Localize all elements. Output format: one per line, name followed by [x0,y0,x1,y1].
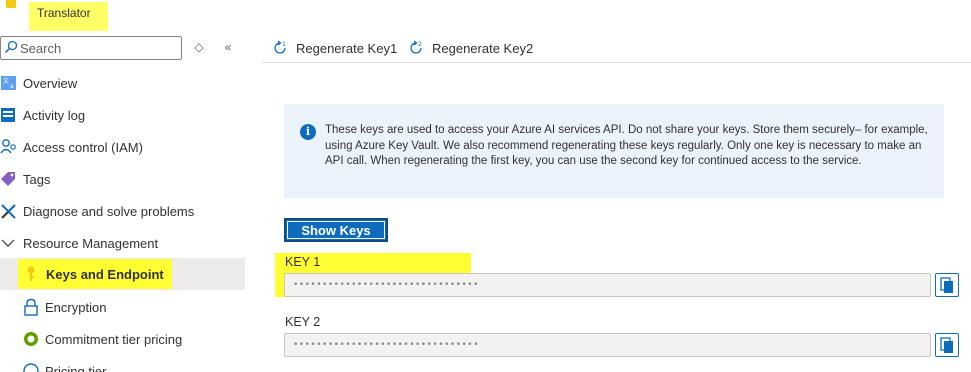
key2-field[interactable] [284,333,931,357]
key1-input[interactable] [285,274,930,296]
sidebar-item-label: Commitment tier pricing [45,331,183,347]
sidebar-item-tags[interactable]: Tags [0,163,245,195]
pricing-icon [23,363,39,372]
regenerate-key1-button[interactable]: 1 Regenerate Key1 [272,38,397,58]
svg-text:1: 1 [282,41,286,48]
iam-people-icon [0,139,16,154]
sidebar-item-label: Pricing tier [45,363,107,372]
key1-label: KEY 1 [285,255,321,269]
regenerate-key2-button[interactable]: 2 Regenerate Key2 [408,38,533,58]
search-icon [4,40,18,54]
regenerate-key1-label: Regenerate Key1 [296,40,398,56]
sidebar-item-pricing-tier[interactable]: Pricing tier [0,355,245,372]
collapse-sidebar-icon[interactable]: « [219,38,237,56]
sidebar-item-label: Activity log [23,107,86,123]
svg-text:a: a [10,83,14,90]
key2-label: KEY 2 [285,315,321,329]
chevron-down-icon [1,239,15,247]
overview-icon: 文 a [1,76,16,90]
copy-icon [940,337,953,353]
key-icon [27,266,35,281]
sidebar-item-overview[interactable]: 文 a Overview [0,67,245,99]
sidebar-item-label: Diagnose and solve problems [23,203,195,219]
wrench-icon [1,204,16,219]
svg-text:2: 2 [418,41,422,48]
title-strip: Translator [0,0,971,32]
info-icon: i [300,124,316,140]
resource-type-label: Translator [29,2,108,31]
sidebar-item-label: Tags [23,171,51,187]
lock-icon [24,298,38,316]
sidebar-item-label: Resource Management [23,235,159,251]
sidebar-item-activity-log[interactable]: Activity log [0,99,245,131]
expand-collapse-all-icon[interactable]: ◇ [190,38,208,56]
command-bar: 1 Regenerate Key1 2 Regenerate Key2 [262,32,971,63]
key1-field[interactable] [284,273,931,297]
sidebar-item-diagnose[interactable]: Diagnose and solve problems [0,195,245,227]
search-box[interactable] [0,36,182,60]
copy-key2-button[interactable] [935,333,959,357]
info-message-bar: i These keys are used to access your Azu… [284,104,944,198]
key2-input[interactable] [285,334,930,356]
resource-menu-sidebar: ◇ « 文 a Overview Activity log Access con… [0,32,245,372]
copy-key1-button[interactable] [935,273,959,297]
tag-icon [1,172,15,186]
svg-text:文: 文 [3,77,9,85]
sidebar-item-label: Overview [23,75,78,91]
sidebar-item-encryption[interactable]: Encryption [0,291,245,323]
activity-log-icon [1,108,15,122]
refresh-2-icon: 2 [410,40,422,54]
sidebar-item-commitment-tier-pricing[interactable]: Commitment tier pricing [0,323,245,355]
sidebar-item-label: Encryption [45,299,107,315]
sidebar-item-keys-and-endpoint[interactable]: Keys and Endpoint [0,258,245,290]
copy-icon [940,277,953,293]
highlight-marker: Keys and Endpoint [18,259,172,289]
search-input[interactable] [20,39,178,57]
sidebar-item-label: Keys and Endpoint [46,266,164,282]
commitment-icon [24,332,38,346]
sidebar-item-label: Access control (IAM) [23,139,143,155]
show-keys-button[interactable]: Show Keys [284,218,388,242]
refresh-1-icon: 1 [274,40,286,54]
sidebar-group-resource-management[interactable]: Resource Management [0,227,245,259]
regenerate-key2-label: Regenerate Key2 [432,40,534,56]
sidebar-item-access-control[interactable]: Access control (IAM) [0,131,245,163]
info-message-text: These keys are used to access your Azure… [325,124,928,167]
key-vault-resource-icon [6,0,16,8]
